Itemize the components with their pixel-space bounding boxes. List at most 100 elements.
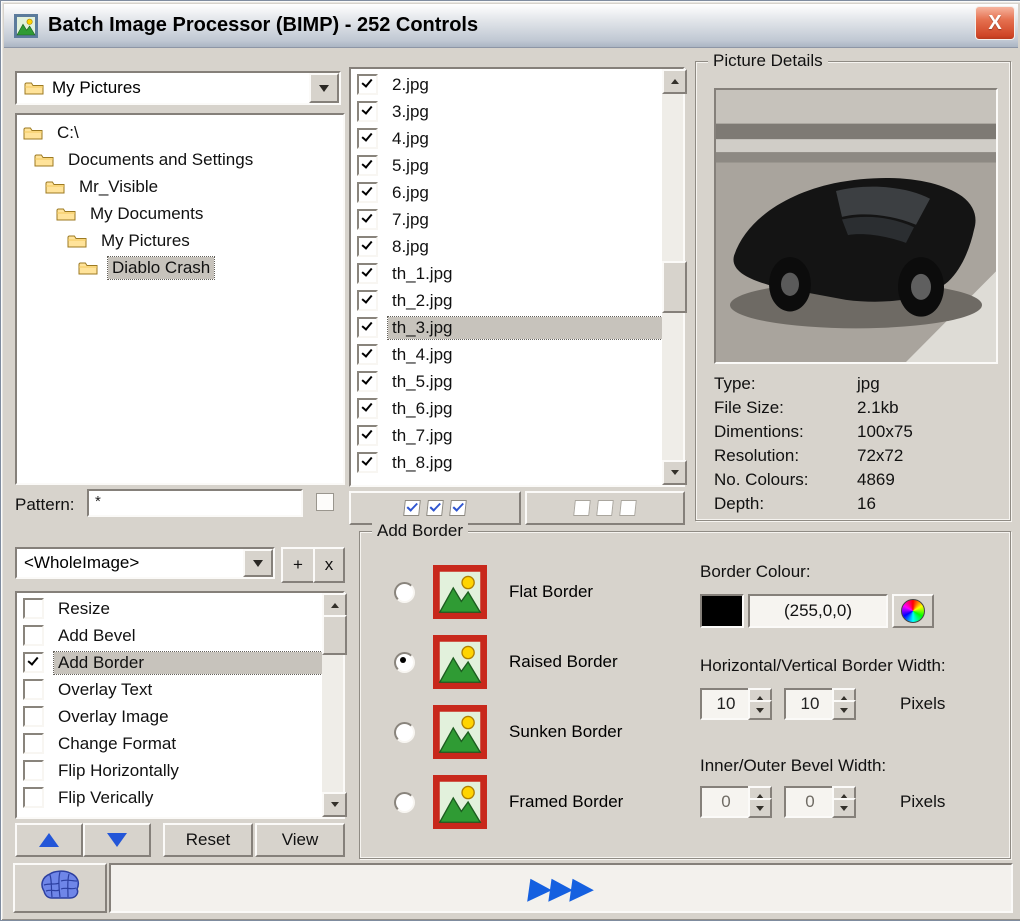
file-checkbox[interactable] (357, 317, 378, 338)
border-colour-swatch[interactable] (700, 594, 744, 628)
effect-scope-combobox[interactable]: <WholeImage> (15, 547, 275, 579)
spin-down-button[interactable] (832, 798, 856, 818)
pattern-checkbox[interactable] (316, 493, 334, 511)
add-effect-button[interactable]: + (281, 547, 315, 583)
effect-item[interactable]: Add Bevel (17, 622, 322, 649)
effect-checkbox[interactable] (23, 679, 44, 700)
effect-item[interactable]: Add Border (17, 649, 323, 676)
border-option[interactable]: Sunken Border (394, 702, 622, 762)
check-all-button[interactable] (349, 491, 521, 525)
effect-item[interactable]: Change Format (17, 730, 322, 757)
file-checkbox[interactable] (357, 263, 378, 284)
file-checkbox[interactable] (357, 101, 378, 122)
file-list-item[interactable]: 4.jpg (351, 125, 662, 152)
effect-checkbox[interactable] (23, 625, 44, 646)
file-checkbox[interactable] (357, 209, 378, 230)
effect-checkbox[interactable] (23, 733, 44, 754)
file-list-item[interactable]: th_5.jpg (351, 368, 662, 395)
h-width-spinner[interactable]: 10 (700, 688, 772, 720)
scroll-down-button[interactable] (322, 792, 347, 817)
file-list-item[interactable]: th_7.jpg (351, 422, 662, 449)
remove-effect-button[interactable]: x (313, 547, 345, 583)
file-list-item[interactable]: th_4.jpg (351, 341, 662, 368)
effect-item[interactable]: Flip Verically (17, 784, 322, 811)
file-list-item[interactable]: th_8.jpg (351, 449, 662, 476)
file-list-item[interactable]: th_3.jpg (351, 314, 663, 341)
v-width-spinner[interactable]: 10 (784, 688, 856, 720)
effect-item[interactable]: Overlay Text (17, 676, 322, 703)
effects-list[interactable]: Resize Add Bevel Add Border Overlay Text Ove… (15, 591, 347, 819)
folder-combobox[interactable]: My Pictures (15, 71, 341, 105)
file-checkbox[interactable] (357, 371, 378, 392)
outer-bevel-spinner[interactable]: 0 (784, 786, 856, 818)
folder-tree-item[interactable]: Documents and Settings (17, 146, 343, 173)
border-option[interactable]: Raised Border (394, 632, 618, 692)
file-list-item[interactable]: 6.jpg (351, 179, 662, 206)
move-up-button[interactable] (15, 823, 83, 857)
folder-combobox-dropdown-button[interactable] (309, 73, 339, 103)
border-option-radio[interactable] (394, 651, 415, 673)
file-list-item[interactable]: th_2.jpg (351, 287, 662, 314)
effect-checkbox[interactable] (23, 706, 44, 727)
uncheck-all-button[interactable] (525, 491, 685, 525)
file-list[interactable]: 2.jpg 3.jpg 4.jpg 5.jpg 6.jpg 7.jpg 8.jpg th_1.… (349, 67, 687, 487)
file-checkbox[interactable] (357, 425, 378, 446)
border-option-radio[interactable] (394, 581, 415, 603)
folder-tree-item[interactable]: Diablo Crash (17, 254, 343, 281)
effect-item[interactable]: Flip Horizontally (17, 757, 322, 784)
folder-tree-item-label: Diablo Crash (106, 255, 216, 280)
folder-tree-item[interactable]: My Documents (17, 200, 343, 227)
view-button[interactable]: View (255, 823, 345, 857)
file-checkbox[interactable] (357, 344, 378, 365)
scrollbar-thumb[interactable] (322, 615, 347, 655)
effect-checkbox[interactable] (23, 652, 44, 673)
file-list-item[interactable]: 5.jpg (351, 152, 662, 179)
border-colour-value-field[interactable]: (255,0,0) (748, 594, 888, 628)
file-list-item[interactable]: 3.jpg (351, 98, 662, 125)
border-option[interactable]: Framed Border (394, 772, 623, 832)
folder-icon (34, 152, 54, 168)
folder-tree-item[interactable]: C:\ (17, 119, 343, 146)
effects-scrollbar[interactable] (322, 593, 347, 817)
file-list-item[interactable]: 2.jpg (351, 71, 662, 98)
spin-down-button[interactable] (832, 700, 856, 720)
effect-scope-dropdown-button[interactable] (243, 549, 273, 577)
effect-checkbox[interactable] (23, 787, 44, 808)
file-checkbox[interactable] (357, 236, 378, 257)
file-checkbox[interactable] (357, 128, 378, 149)
colour-picker-button[interactable] (892, 594, 934, 628)
title-bar[interactable]: Batch Image Processor (BIMP) - 252 Contr… (4, 4, 1018, 48)
spin-down-button[interactable] (748, 700, 772, 720)
file-checkbox[interactable] (357, 74, 378, 95)
spin-down-button[interactable] (748, 798, 772, 818)
scroll-up-button[interactable] (662, 69, 687, 94)
file-list-item[interactable]: th_6.jpg (351, 395, 662, 422)
border-option[interactable]: Flat Border (394, 562, 593, 622)
pattern-input[interactable]: * (87, 489, 303, 517)
file-checkbox[interactable] (357, 290, 378, 311)
folder-tree[interactable]: C:\ Documents and Settings Mr_Visible My Do… (15, 113, 345, 485)
file-list-scrollbar[interactable] (662, 69, 687, 485)
close-button[interactable]: X (975, 6, 1015, 40)
brain-button[interactable] (13, 863, 107, 913)
file-checkbox[interactable] (357, 398, 378, 419)
file-checkbox[interactable] (357, 155, 378, 176)
effect-checkbox[interactable] (23, 598, 44, 619)
inner-bevel-spinner[interactable]: 0 (700, 786, 772, 818)
folder-tree-item[interactable]: My Pictures (17, 227, 343, 254)
border-option-radio[interactable] (394, 791, 415, 813)
file-list-item[interactable]: 7.jpg (351, 206, 662, 233)
file-checkbox[interactable] (357, 182, 378, 203)
file-checkbox[interactable] (357, 452, 378, 473)
scrollbar-thumb[interactable] (662, 261, 687, 313)
file-list-item[interactable]: 8.jpg (351, 233, 662, 260)
file-list-item[interactable]: th_1.jpg (351, 260, 662, 287)
reset-button[interactable]: Reset (163, 823, 253, 857)
effect-item[interactable]: Overlay Image (17, 703, 322, 730)
folder-tree-item[interactable]: Mr_Visible (17, 173, 343, 200)
scroll-down-button[interactable] (662, 460, 687, 485)
move-down-button[interactable] (83, 823, 151, 857)
border-option-radio[interactable] (394, 721, 415, 743)
effect-item[interactable]: Resize (17, 595, 322, 622)
effect-checkbox[interactable] (23, 760, 44, 781)
